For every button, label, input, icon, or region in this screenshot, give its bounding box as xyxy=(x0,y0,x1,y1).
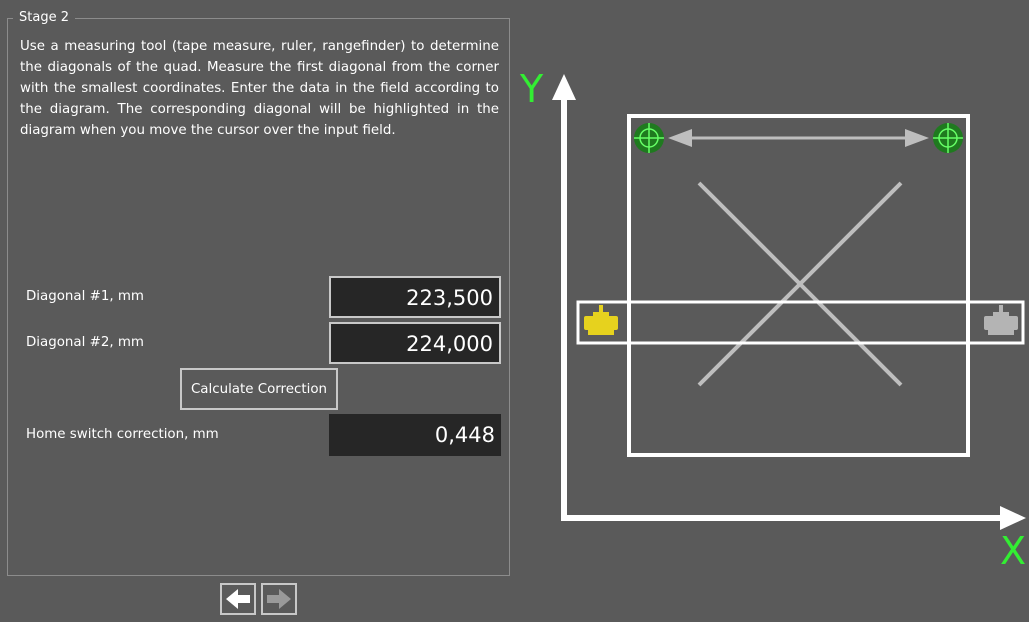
x-axis-label: X xyxy=(1000,529,1027,573)
stepper-motor-icon xyxy=(584,305,618,335)
gantry-bar xyxy=(576,300,1025,345)
crosshair-target-icon xyxy=(933,123,963,153)
quad-diagram xyxy=(552,74,1026,530)
crosshair-target-icon xyxy=(634,123,664,153)
y-axis-label: Y xyxy=(520,67,544,111)
stepper-motor-icon xyxy=(984,305,1018,335)
x-axis-arrow xyxy=(1000,506,1026,530)
double-arrow-icon xyxy=(668,129,929,147)
y-axis-arrow xyxy=(552,74,576,100)
